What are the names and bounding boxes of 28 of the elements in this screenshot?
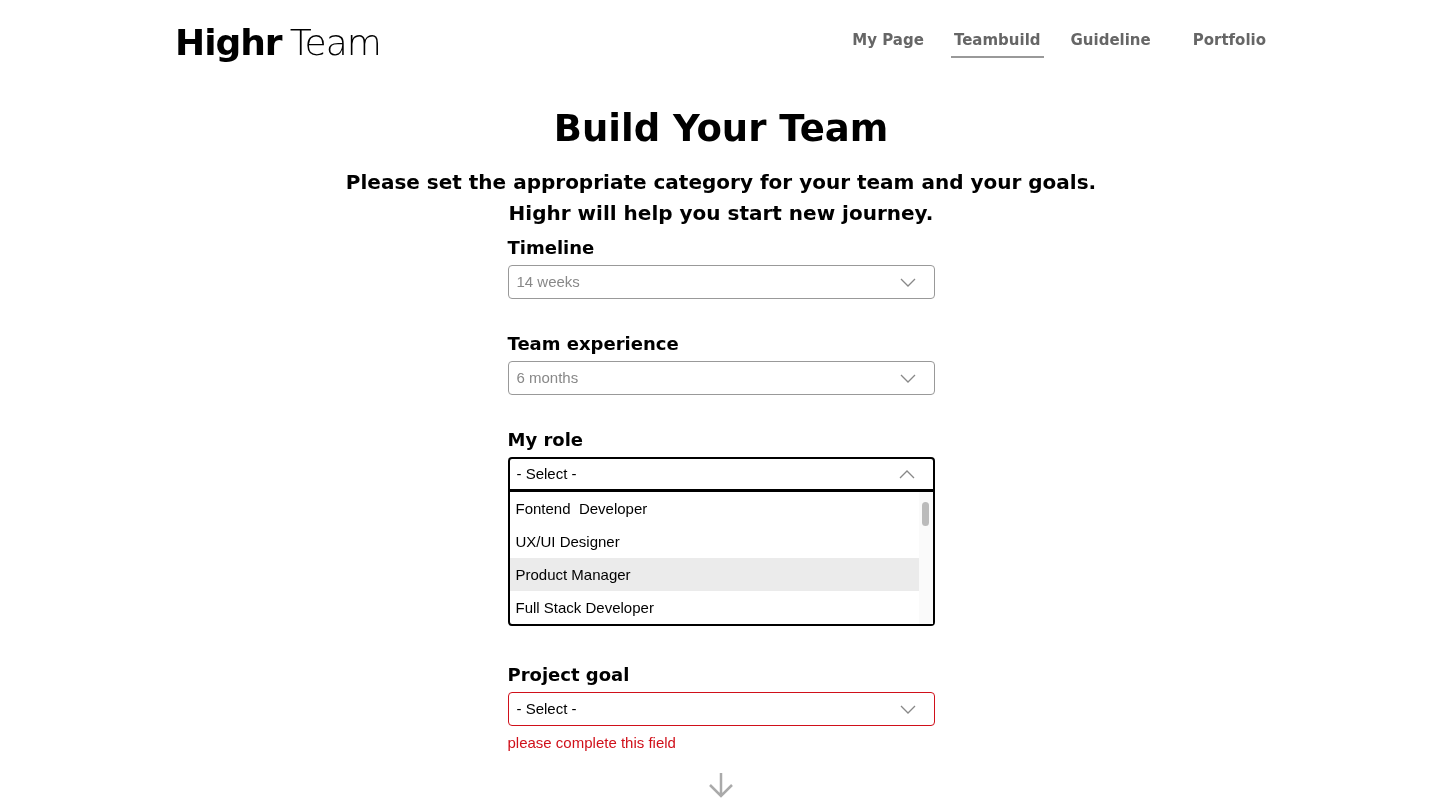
dropdown-option[interactable]: Full Stack Developer — [509, 591, 919, 625]
subtitle-text: Please set the appropriate category for your team and your goals. — [345, 169, 1097, 197]
select-field[interactable]: 6 months — [507, 361, 935, 396]
logo-text[interactable]: Team — [289, 15, 381, 70]
page-title: Build Your Team — [552, 107, 890, 152]
error-message: please complete this field — [507, 733, 677, 754]
nav-link[interactable]: My Page — [849, 26, 927, 59]
field-label: Team experience — [507, 333, 679, 356]
nav-link[interactable]: Portfolio — [1189, 26, 1269, 59]
chevron-up-icon — [898, 469, 915, 479]
chevron-down-icon — [899, 373, 916, 383]
scrollbar[interactable] — [918, 492, 933, 625]
field-label: My role — [507, 429, 584, 452]
chevron-down-icon — [899, 277, 916, 287]
select-field[interactable]: - Select - — [507, 692, 935, 727]
select-field[interactable]: 14 weeks — [507, 265, 935, 300]
dropdown-option[interactable]: UX/UI Designer — [509, 525, 919, 559]
chevron-down-icon — [899, 704, 916, 714]
down-arrow-icon[interactable] — [707, 770, 735, 799]
select-field[interactable]: - Select - — [507, 457, 935, 492]
dropdown-option[interactable]: Product Manager — [509, 558, 919, 592]
subtitle-text: Highr will help you start new journey. — [508, 200, 934, 228]
nav-link[interactable]: Teambuild — [950, 26, 1044, 59]
field-label: Timeline — [507, 237, 595, 260]
logo-text[interactable]: Highr — [175, 15, 282, 70]
field-label: Project goal — [507, 664, 630, 687]
nav-link[interactable]: Guideline — [1067, 26, 1154, 59]
dropdown-option[interactable]: Fontend Developer — [509, 492, 919, 526]
